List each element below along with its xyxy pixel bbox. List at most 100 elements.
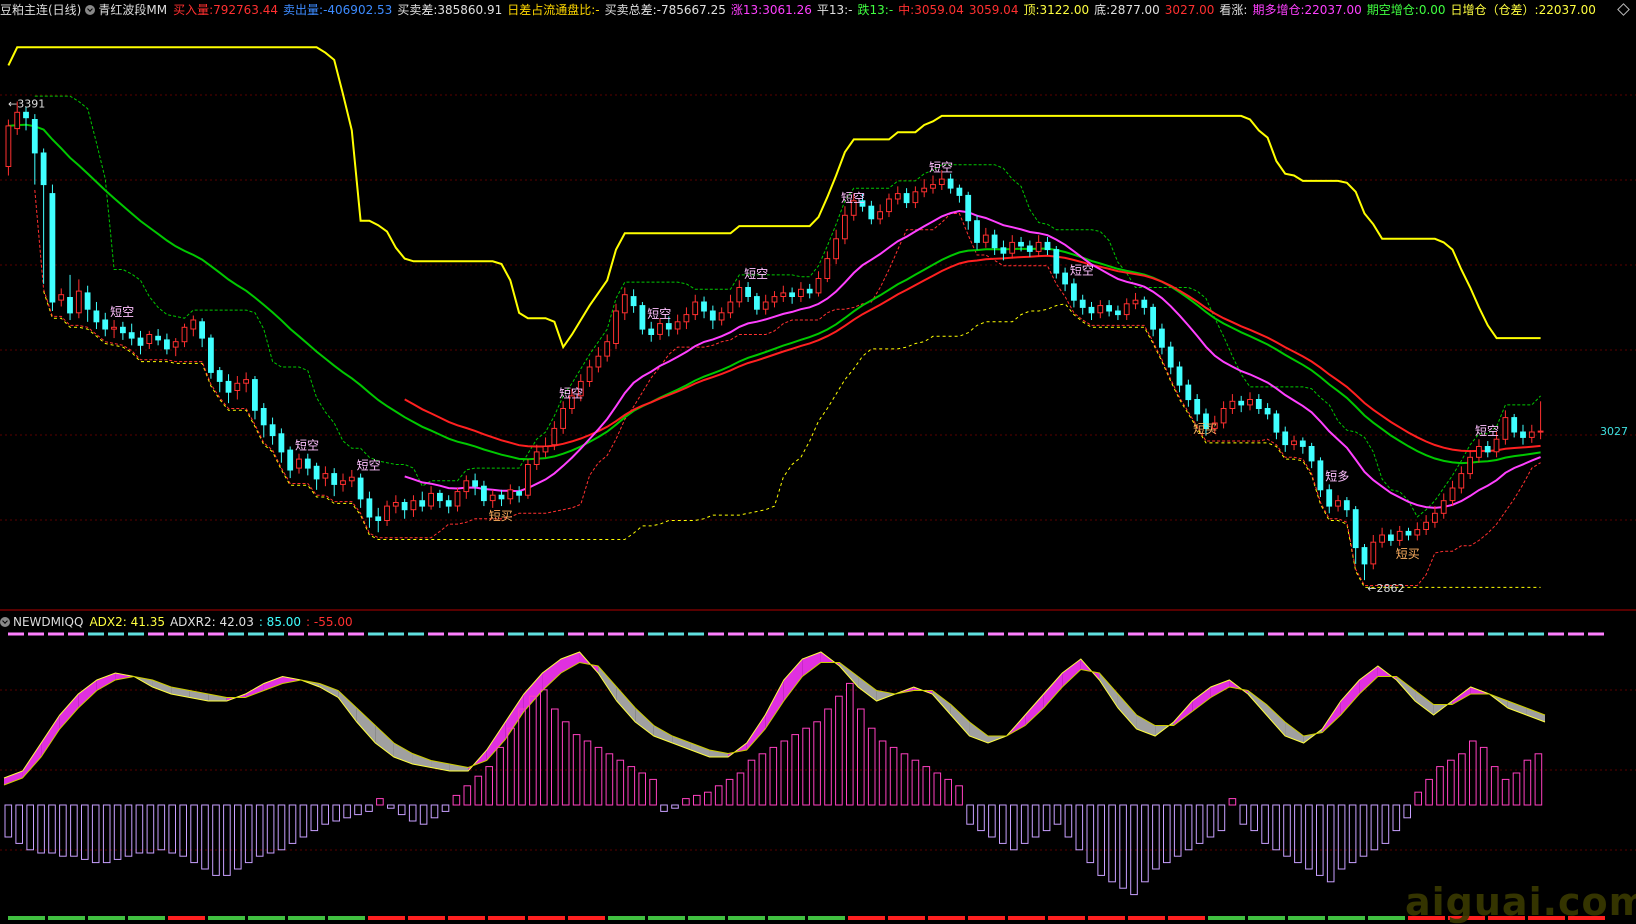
histogram-bar	[769, 746, 778, 806]
candle	[1044, 241, 1051, 251]
histogram-bar	[966, 804, 974, 825]
candle	[1194, 399, 1201, 415]
candle	[357, 477, 364, 500]
candle	[225, 380, 232, 393]
histogram-bar	[1053, 804, 1062, 825]
histogram-bar	[616, 759, 625, 806]
histogram-bar	[878, 740, 887, 806]
candle	[1414, 529, 1421, 536]
histogram-bar	[1217, 804, 1226, 832]
histogram-bar	[1064, 804, 1073, 838]
candle	[1238, 400, 1245, 406]
histogram-bar	[1228, 798, 1237, 806]
candle	[551, 427, 558, 446]
histogram-bar	[1359, 804, 1368, 857]
histogram-bar	[1206, 804, 1215, 838]
candle	[1449, 487, 1456, 502]
histogram-bar	[70, 804, 78, 857]
candle	[1009, 241, 1016, 254]
histogram-bar	[977, 804, 985, 832]
histogram-bar	[1031, 804, 1040, 838]
candle	[348, 476, 355, 482]
histogram-bar	[1436, 766, 1444, 806]
histogram-bar	[725, 778, 734, 806]
histogram-bar	[1239, 804, 1248, 825]
histogram-bar	[1512, 772, 1521, 806]
adx-fill	[1507, 701, 1527, 715]
candle	[384, 505, 390, 522]
candle	[604, 341, 611, 357]
histogram-bar	[988, 804, 996, 838]
candle	[709, 310, 716, 321]
price-label-low: ←2862	[1367, 582, 1404, 595]
candle	[965, 194, 972, 222]
candle	[789, 292, 796, 297]
signal-label: 短买	[489, 509, 513, 523]
histogram-bar	[1173, 804, 1182, 857]
histogram-bar	[1534, 753, 1543, 806]
candle	[1379, 534, 1385, 543]
histogram-bar	[266, 804, 275, 854]
histogram-bar	[1326, 804, 1335, 883]
candle	[375, 516, 382, 522]
candle	[1053, 249, 1060, 274]
signal-label: 短空	[647, 307, 671, 321]
candle	[1000, 247, 1007, 254]
candle	[657, 323, 663, 335]
candle	[410, 500, 417, 511]
candle	[1132, 299, 1139, 305]
candle	[102, 319, 109, 330]
price-label-high: ←3391	[8, 97, 45, 110]
histogram-bar	[1414, 791, 1423, 806]
histogram-bar	[234, 804, 242, 870]
candle	[1018, 241, 1024, 247]
histogram-bar	[922, 766, 931, 806]
histogram-bar	[824, 708, 832, 806]
histogram-bar	[638, 772, 647, 806]
candle	[1476, 446, 1482, 458]
histogram-bar	[1141, 804, 1149, 883]
candle	[982, 234, 989, 243]
candle	[120, 326, 126, 334]
candle	[190, 319, 197, 330]
candle	[481, 485, 487, 502]
candle	[1440, 500, 1447, 514]
histogram-bar	[37, 804, 45, 854]
candle	[736, 287, 743, 303]
candle	[542, 446, 549, 453]
histogram-bar	[594, 746, 603, 806]
candle	[1255, 399, 1262, 409]
candle	[1484, 446, 1491, 453]
candle	[1115, 310, 1121, 316]
candle	[1458, 473, 1465, 489]
adx-fill	[690, 743, 710, 757]
candle	[1071, 283, 1077, 301]
candle	[67, 297, 73, 314]
histogram-bar	[944, 778, 953, 806]
signal-label: 短空	[744, 267, 768, 281]
candle	[1511, 417, 1518, 433]
adx-fill	[672, 736, 691, 750]
histogram-bar	[900, 753, 909, 806]
candle	[533, 451, 540, 465]
candle	[806, 288, 813, 294]
adx-fill	[449, 764, 469, 771]
candle	[525, 464, 531, 496]
candle	[754, 296, 760, 310]
histogram-bar	[1337, 804, 1346, 870]
candle	[49, 193, 56, 303]
histogram-bar	[212, 804, 220, 876]
short-channel-line	[34, 95, 1541, 518]
candle	[947, 178, 954, 189]
candle	[463, 480, 470, 493]
candle	[14, 111, 21, 130]
histogram-bar	[714, 785, 723, 806]
candle	[586, 366, 593, 382]
candle	[833, 238, 840, 260]
signal-label: 短空	[841, 191, 865, 205]
candle	[1405, 530, 1412, 536]
chart-canvas[interactable]: 短空短空短空短买短空短空短空短空短空短空短买短多短买短空←33913027←28…	[0, 0, 1636, 924]
histogram-bar	[1075, 804, 1084, 851]
histogram-bar	[583, 740, 592, 806]
candle	[1150, 306, 1156, 330]
